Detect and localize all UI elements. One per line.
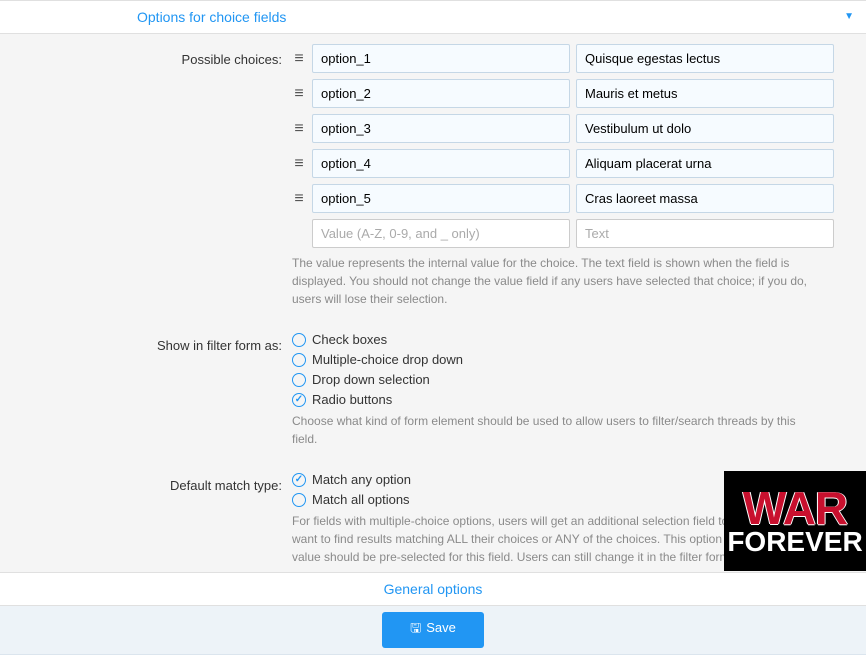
choice-text-input[interactable]: [576, 79, 834, 108]
choice-text-input[interactable]: [576, 114, 834, 143]
filter-form-option[interactable]: Drop down selection: [292, 372, 842, 387]
new-choice-value-input[interactable]: [312, 219, 570, 248]
choice-value-input[interactable]: [312, 114, 570, 143]
save-button[interactable]: 🖫 Save: [382, 612, 484, 648]
caret-down-icon: ▼: [844, 11, 854, 22]
radio-icon: [292, 353, 306, 367]
choice-value-input[interactable]: [312, 44, 570, 73]
drag-handle-icon[interactable]: ≡: [292, 50, 306, 68]
choice-row-new: ≡: [292, 219, 842, 248]
radio-label: Drop down selection: [312, 372, 430, 387]
choice-row: ≡: [292, 149, 842, 178]
choice-text-input[interactable]: [576, 44, 834, 73]
radio-label: Match any option: [312, 472, 411, 487]
radio-label: Check boxes: [312, 332, 387, 347]
choice-row: ≡: [292, 79, 842, 108]
possible-choices-label: Possible choices:: [12, 44, 292, 67]
general-title-link[interactable]: General options: [384, 581, 483, 597]
section-title-link[interactable]: Options for choice fields: [137, 9, 286, 25]
radio-label: Radio buttons: [312, 392, 392, 407]
choice-value-input[interactable]: [312, 149, 570, 178]
watermark-logo: WAR FOREVER: [724, 471, 866, 571]
save-bar: 🖫 Save: [0, 606, 866, 655]
watermark-line2: FOREVER: [727, 530, 862, 554]
drag-handle-icon[interactable]: ≡: [292, 190, 306, 208]
drag-handle-icon[interactable]: ≡: [292, 155, 306, 173]
choice-text-input[interactable]: [576, 149, 834, 178]
save-button-label: Save: [426, 620, 456, 635]
radio-icon: [292, 333, 306, 347]
choice-row: ≡: [292, 184, 842, 213]
drag-handle-icon[interactable]: ≡: [292, 85, 306, 103]
radio-icon: [292, 393, 306, 407]
filter-form-help: Choose what kind of form element should …: [292, 412, 842, 448]
watermark-line1: WAR: [743, 489, 847, 528]
section-header-choice-fields[interactable]: Options for choice fields ▼: [0, 0, 866, 34]
choice-row: ≡: [292, 44, 842, 73]
choices-container: ≡ ≡ ≡ ≡ ≡ ≡ The value represents the internal …: [292, 44, 854, 308]
radio-label: Multiple-choice drop down: [312, 352, 463, 367]
filter-form-option[interactable]: Check boxes: [292, 332, 842, 347]
radio-icon: [292, 493, 306, 507]
save-icon: 🖫: [410, 620, 421, 635]
filter-form-radio-group: Check boxes Multiple-choice drop down Drop…: [292, 330, 842, 407]
section-header-general[interactable]: General options: [0, 572, 866, 606]
radio-icon: [292, 473, 306, 487]
new-choice-text-input[interactable]: [576, 219, 834, 248]
radio-icon: [292, 373, 306, 387]
choice-value-input[interactable]: [312, 79, 570, 108]
choices-help: The value represents the internal value …: [292, 254, 842, 308]
filter-form-label: Show in filter form as:: [12, 330, 292, 353]
drag-handle-icon[interactable]: ≡: [292, 120, 306, 138]
filter-form-option[interactable]: Radio buttons: [292, 392, 842, 407]
radio-label: Match all options: [312, 492, 410, 507]
choice-value-input[interactable]: [312, 184, 570, 213]
choice-text-input[interactable]: [576, 184, 834, 213]
choice-row: ≡: [292, 114, 842, 143]
default-match-label: Default match type:: [12, 470, 292, 493]
filter-form-option[interactable]: Multiple-choice drop down: [292, 352, 842, 367]
